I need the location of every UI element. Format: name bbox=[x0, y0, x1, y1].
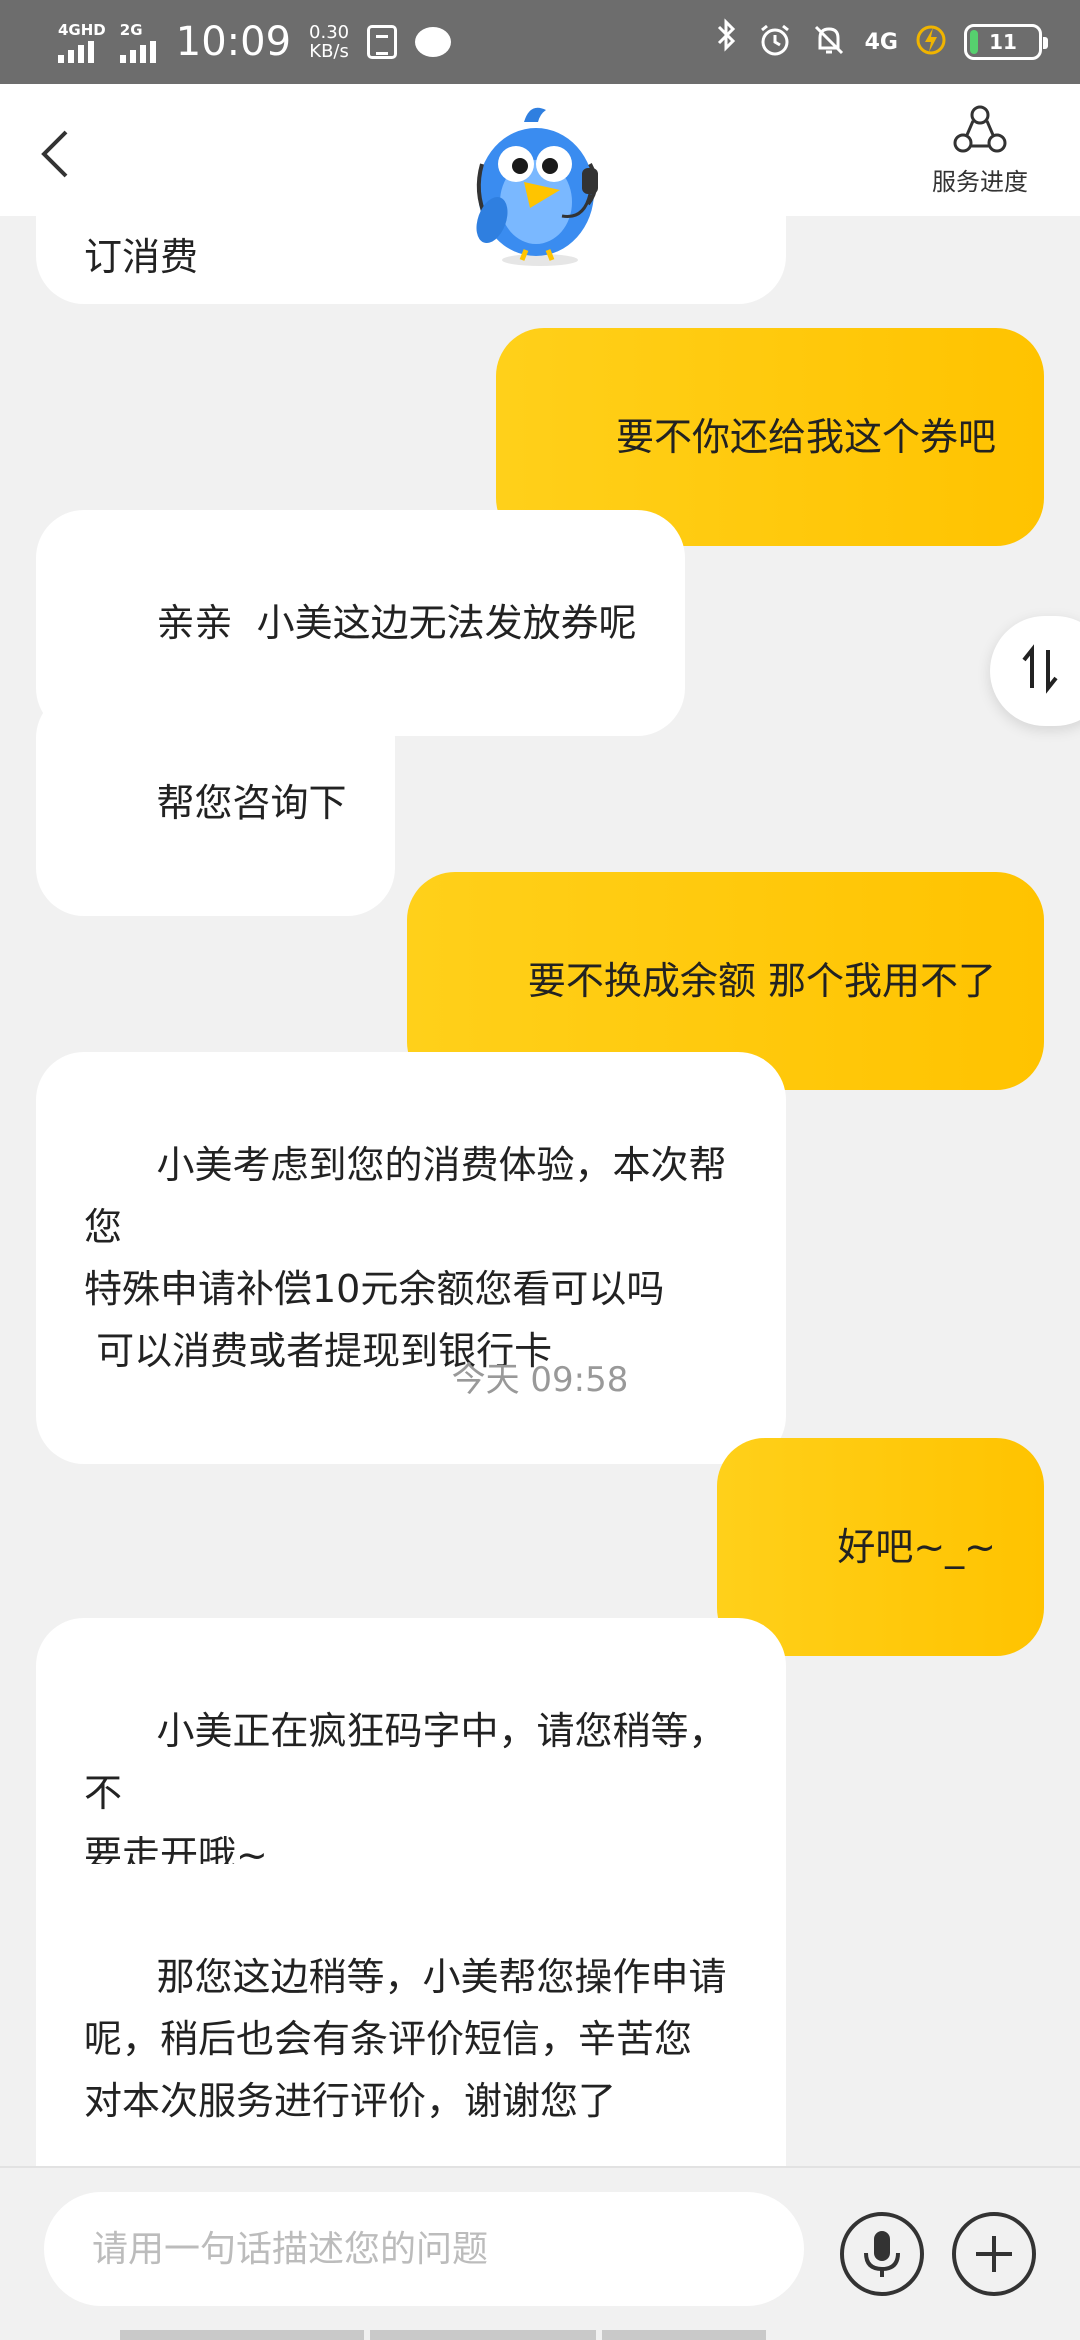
more-options-button[interactable] bbox=[952, 2212, 1036, 2296]
message-text: 要不换成余额 那个我用不了 bbox=[527, 959, 996, 1003]
signal-bars-icon bbox=[58, 40, 94, 63]
message-text: 订消费 bbox=[84, 235, 199, 279]
chat-history[interactable]: 订消费 要不你还给我这个券吧 亲亲 小美这边无法发放券呢 帮您咨询下 要不换成余… bbox=[0, 136, 1080, 2214]
message-timestamp: 今天 09:58 bbox=[451, 1360, 629, 1400]
sim1-signal: 4GHD bbox=[58, 22, 106, 63]
message-bubble-agent: 帮您咨询下 bbox=[36, 690, 395, 916]
status-bar: 4GHD 2G 10:09 0.30 KB/s 4G 11 bbox=[0, 0, 1080, 84]
message-input-bar bbox=[0, 2166, 1080, 2340]
microphone-icon bbox=[864, 2231, 900, 2277]
message-input[interactable] bbox=[44, 2192, 804, 2306]
message-bubble-agent: 那您这边稍等，小美帮您操作申请 呢，稍后也会有条评价短信，辛苦您 对本次服务进行… bbox=[36, 1864, 786, 2214]
message-notification-icon bbox=[415, 27, 452, 57]
message-text: 那您这边稍等，小美帮您操作申请 呢，稍后也会有条评价短信，辛苦您 对本次服务进行… bbox=[84, 1955, 727, 2123]
swap-arrows-icon bbox=[1020, 644, 1060, 698]
message-bubble-user: 好吧~_~ bbox=[716, 1438, 1044, 1656]
message-text: 小美考虑到您的消费体验，本次帮您 特殊申请补偿10元余额您看可以吗 可以消费或者… bbox=[84, 1143, 727, 1373]
network-type: 4G bbox=[864, 29, 898, 55]
voice-input-button[interactable] bbox=[840, 2212, 924, 2296]
message-text: 小美正在疯狂码字中，请您稍等，不 要走开哦~ bbox=[84, 1709, 727, 1877]
message-text: 亲亲 小美这边无法发放券呢 bbox=[156, 601, 637, 645]
speed-value: 0.30 bbox=[309, 22, 350, 43]
message-bubble-agent: 小美考虑到您的消费体验，本次帮您 特殊申请补偿10元余额您看可以吗 可以消费或者… bbox=[36, 1052, 786, 1464]
service-progress-button[interactable]: 服务进度 bbox=[900, 104, 1060, 204]
service-progress-icon bbox=[953, 105, 1007, 153]
message-text: 帮您咨询下 bbox=[156, 781, 347, 825]
service-progress-label: 服务进度 bbox=[932, 168, 1028, 196]
gesture-bar bbox=[0, 2330, 1080, 2340]
sim2-signal: 2G bbox=[119, 20, 156, 63]
alarm-icon bbox=[757, 22, 793, 62]
sim1-label: 4GHD bbox=[58, 20, 106, 39]
bluetooth-icon bbox=[715, 14, 739, 70]
sim2-label: 2G bbox=[119, 20, 143, 39]
message-text: 要不你还给我这个券吧 bbox=[615, 415, 996, 459]
message-text: 好吧~_~ bbox=[837, 1525, 996, 1569]
notification-app-icon bbox=[367, 25, 398, 59]
charging-icon bbox=[916, 22, 946, 62]
plus-icon bbox=[976, 2236, 1012, 2272]
back-button[interactable] bbox=[34, 124, 78, 184]
mute-bell-icon bbox=[811, 22, 847, 62]
bird-mascot-icon bbox=[452, 100, 628, 270]
battery-level: 11 bbox=[989, 30, 1017, 54]
status-time: 10:09 bbox=[175, 19, 292, 65]
scroll-toggle-button[interactable] bbox=[990, 616, 1080, 726]
battery-indicator: 11 bbox=[964, 24, 1048, 60]
speed-unit: KB/s bbox=[309, 41, 349, 62]
chat-screen: 4GHD 2G 10:09 0.30 KB/s 4G 11 订消费 要不你还给我… bbox=[0, 0, 1080, 2340]
network-speed: 0.30 KB/s bbox=[309, 23, 349, 61]
signal-bars-icon bbox=[119, 40, 156, 63]
battery-fill bbox=[970, 30, 978, 54]
chevron-left-icon bbox=[41, 130, 68, 178]
